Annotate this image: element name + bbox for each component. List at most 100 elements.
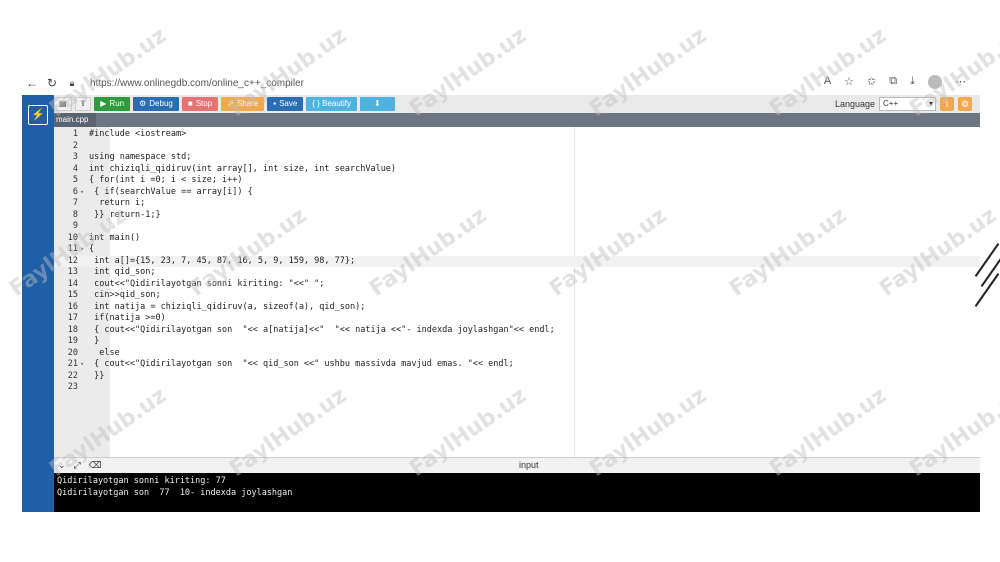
collections-icon[interactable]: ⧉ [889,75,897,89]
tab-main-cpp[interactable]: main.cpp [54,113,97,127]
code-line[interactable]: 12 int a[]={15, 23, 7, 45, 87, 16, 5, 9,… [54,255,980,267]
code-line[interactable]: 6 ▾ { if(searchValue == array[i]) { [54,187,980,199]
code-line[interactable]: 18 { cout<<"Qidirilayotgan son "<< a[nat… [54,325,980,337]
play-icon: ▶ [100,99,107,108]
code-text: { [89,244,95,254]
fold-icon[interactable]: ▾ [80,359,84,371]
code-line[interactable]: 20 else [54,348,980,360]
code-line[interactable]: 5 { for(int i =0; i < size; i++) [54,175,980,187]
stop-button[interactable]: ■ Stop [181,97,219,111]
code-text: cin>>qid_son; [89,290,161,300]
code-line[interactable]: 2 [54,141,980,153]
lock-icon: 🔒︎ [69,77,75,88]
share-icon: ⇗ [227,99,234,108]
ide-app: ⚡ ▤ ⇪ ▶ Run ⚙ Debug ■ Stop ⇗ Share ▪ Sav… [22,95,980,512]
code-text: } [89,336,100,346]
upload-icon[interactable]: ⇪ [74,97,92,111]
line-number: 21 [67,359,78,369]
address-bar[interactable]: https://www.onlinegdb.com/online_c++_com… [90,78,304,89]
profile-avatar[interactable] [928,75,942,89]
ide-toolbar: ▤ ⇪ ▶ Run ⚙ Debug ■ Stop ⇗ Share ▪ Save … [54,95,980,113]
line-number: 1 [72,129,78,139]
favorites-list-icon[interactable]: ✩ [867,75,876,89]
code-text: int natija = chiziqli_qidiruv(a, sizeof(… [89,301,366,312]
code-line[interactable]: 11 ▾ { [54,244,980,256]
share-button[interactable]: ⇗ Share [221,97,265,111]
code-text: { cout<<"Qidirilayotgan son "<< qid_son … [89,359,514,369]
save-button[interactable]: ▪ Save [267,97,304,111]
fold-icon[interactable]: ▾ [80,244,84,256]
code-line[interactable]: 3 using namespace std; [54,152,980,164]
line-number: 9 [72,221,78,231]
code-text: if(natija >=0) [89,313,166,323]
language-select[interactable]: C++ ▾ [879,97,936,111]
code-line[interactable]: 7 return i; [54,198,980,210]
code-text: int chiziqli_qidiruv(int array[], int si… [89,163,397,174]
code-text: int main() [89,232,141,243]
code-text: }} [89,370,105,381]
line-number: 10 [67,232,78,243]
line-number: 23 [67,382,78,392]
line-number: 14 [67,278,78,289]
collapse-icon[interactable]: ⌄ [58,460,66,471]
line-number: 4 [72,163,78,174]
code-text: int a[]={15, 23, 7, 45, 87, 16, 5, 9, 15… [89,255,356,266]
code-line[interactable]: 15 cin>>qid_son; [54,290,980,302]
code-line[interactable]: 4 int chiziqli_qidiruv(int array[], int s… [54,164,980,176]
line-number: 18 [67,324,78,335]
code-line[interactable]: 17 if(natija >=0) [54,313,980,325]
code-text: return i; [89,198,146,208]
browser-actions: A ☆ ✩ ⧉ ⤓ ⋯ [824,75,966,89]
bug-icon: ⚙ [139,99,147,108]
clear-icon[interactable]: ⌫ [89,460,102,471]
code-text: { cout<<"Qidirilayotgan son "<< a[natija… [89,324,555,335]
info-icon[interactable]: i [940,97,954,111]
line-number: 15 [67,290,78,300]
code-text: }} return-1;} [89,209,161,220]
code-text: cout<<"Qidirilayotgan sonni kiriting: "<… [89,278,325,289]
fold-icon[interactable]: ▾ [80,187,84,199]
language-label: Language [834,99,875,109]
back-arrow-icon[interactable]: ← [22,76,42,90]
code-line[interactable]: 14 cout<<"Qidirilayotgan sonni kiriting:… [54,279,980,291]
code-editor[interactable]: 1 #include <iostream> 2 3 using namespace st… [54,127,980,457]
code-line[interactable]: 16 int natija = chiziqli_qidiruv(a, size… [54,302,980,314]
more-icon[interactable]: ⋯ [955,75,966,89]
expand-icon[interactable]: ⤢ [74,460,81,471]
line-number: 17 [67,313,78,323]
code-line[interactable]: 21 ▾ { cout<<"Qidirilayotgan son "<< qid_… [54,359,980,371]
download-button[interactable]: ⬇ [360,97,395,111]
new-file-icon[interactable]: ▤ [54,97,72,111]
downloads-icon[interactable]: ⤓ [910,75,915,89]
line-number: 19 [67,336,78,346]
code-line[interactable]: 1 #include <iostream> [54,129,980,141]
line-number: 2 [72,140,78,151]
code-text: { if(searchValue == array[i]) { [89,186,253,197]
code-line[interactable]: 8 }} return-1;} [54,210,980,222]
chevron-down-icon: ▾ [928,99,933,108]
line-number: 13 [67,267,78,277]
debug-button[interactable]: ⚙ Debug [133,97,179,111]
io-icons: ⌄ ⤢ ⌫ [58,460,101,471]
line-number: 8 [72,209,78,220]
run-button[interactable]: ▶ Run [94,97,131,111]
reload-icon[interactable]: ↻ [42,76,62,90]
download-icon: ⬇ [374,99,381,108]
stop-icon: ■ [187,99,193,108]
favorite-icon[interactable]: ☆ [844,75,854,89]
code-line[interactable]: 10 int main() [54,233,980,245]
read-aloud-icon[interactable]: A [824,75,831,89]
settings-icon[interactable]: ⚙ [958,97,972,111]
code-line[interactable]: 22 }} [54,371,980,383]
output-terminal[interactable]: Qidirilayotgan sonni kiriting: 77 Qidiril… [54,473,980,512]
file-tab-bar: main.cpp [54,113,980,127]
lightning-icon[interactable]: ⚡ [28,105,48,125]
code-line[interactable]: 23 [54,382,980,394]
code-line[interactable]: 9 [54,221,980,233]
code-text: #include <iostream> [89,129,187,139]
code-line[interactable]: 13 int qid_son; [54,267,980,279]
line-number: 6 [72,186,78,197]
code-line[interactable]: 19 } [54,336,980,348]
line-number: 16 [67,301,78,312]
beautify-button[interactable]: { } Beautify [306,97,358,111]
